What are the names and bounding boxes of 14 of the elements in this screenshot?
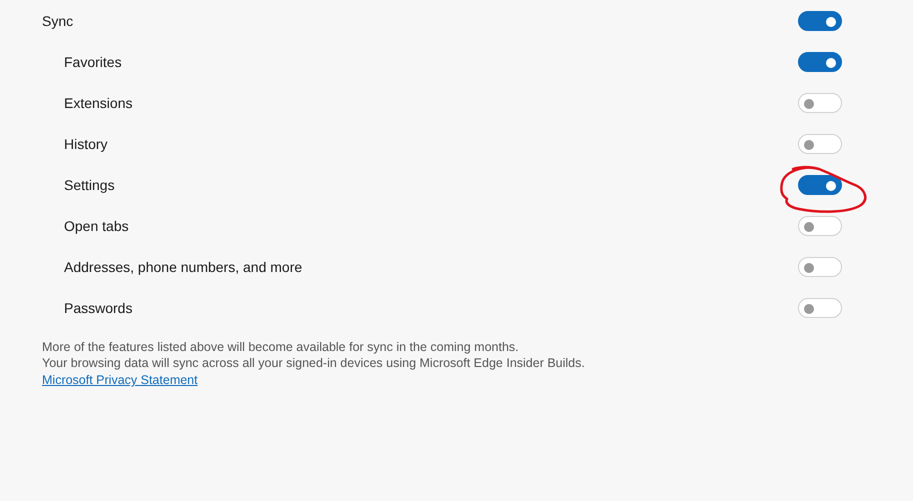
info-text: More of the features listed above will become available for sync in the coming months. xyxy=(42,339,520,355)
setting-label: Extensions xyxy=(64,94,132,110)
setting-label: History xyxy=(64,136,108,152)
toggle-switch[interactable] xyxy=(798,10,842,30)
setting-label: Settings xyxy=(64,176,115,192)
setting-label: Addresses, phone numbers, and more xyxy=(64,258,302,274)
setting-label: Open tabs xyxy=(64,218,129,234)
toggle-switch[interactable] xyxy=(798,174,842,194)
setting-label: Passwords xyxy=(64,300,132,316)
privacy-link[interactable]: Microsoft Privacy Statement xyxy=(42,372,198,388)
toggle-switch[interactable] xyxy=(798,52,842,72)
info-text: Your browsing data will sync across all your signed-in devices using Microsoft Edge Insider Builds. xyxy=(42,355,586,371)
setting-label: Sync xyxy=(42,12,74,28)
setting-label: Favorites xyxy=(64,54,122,70)
